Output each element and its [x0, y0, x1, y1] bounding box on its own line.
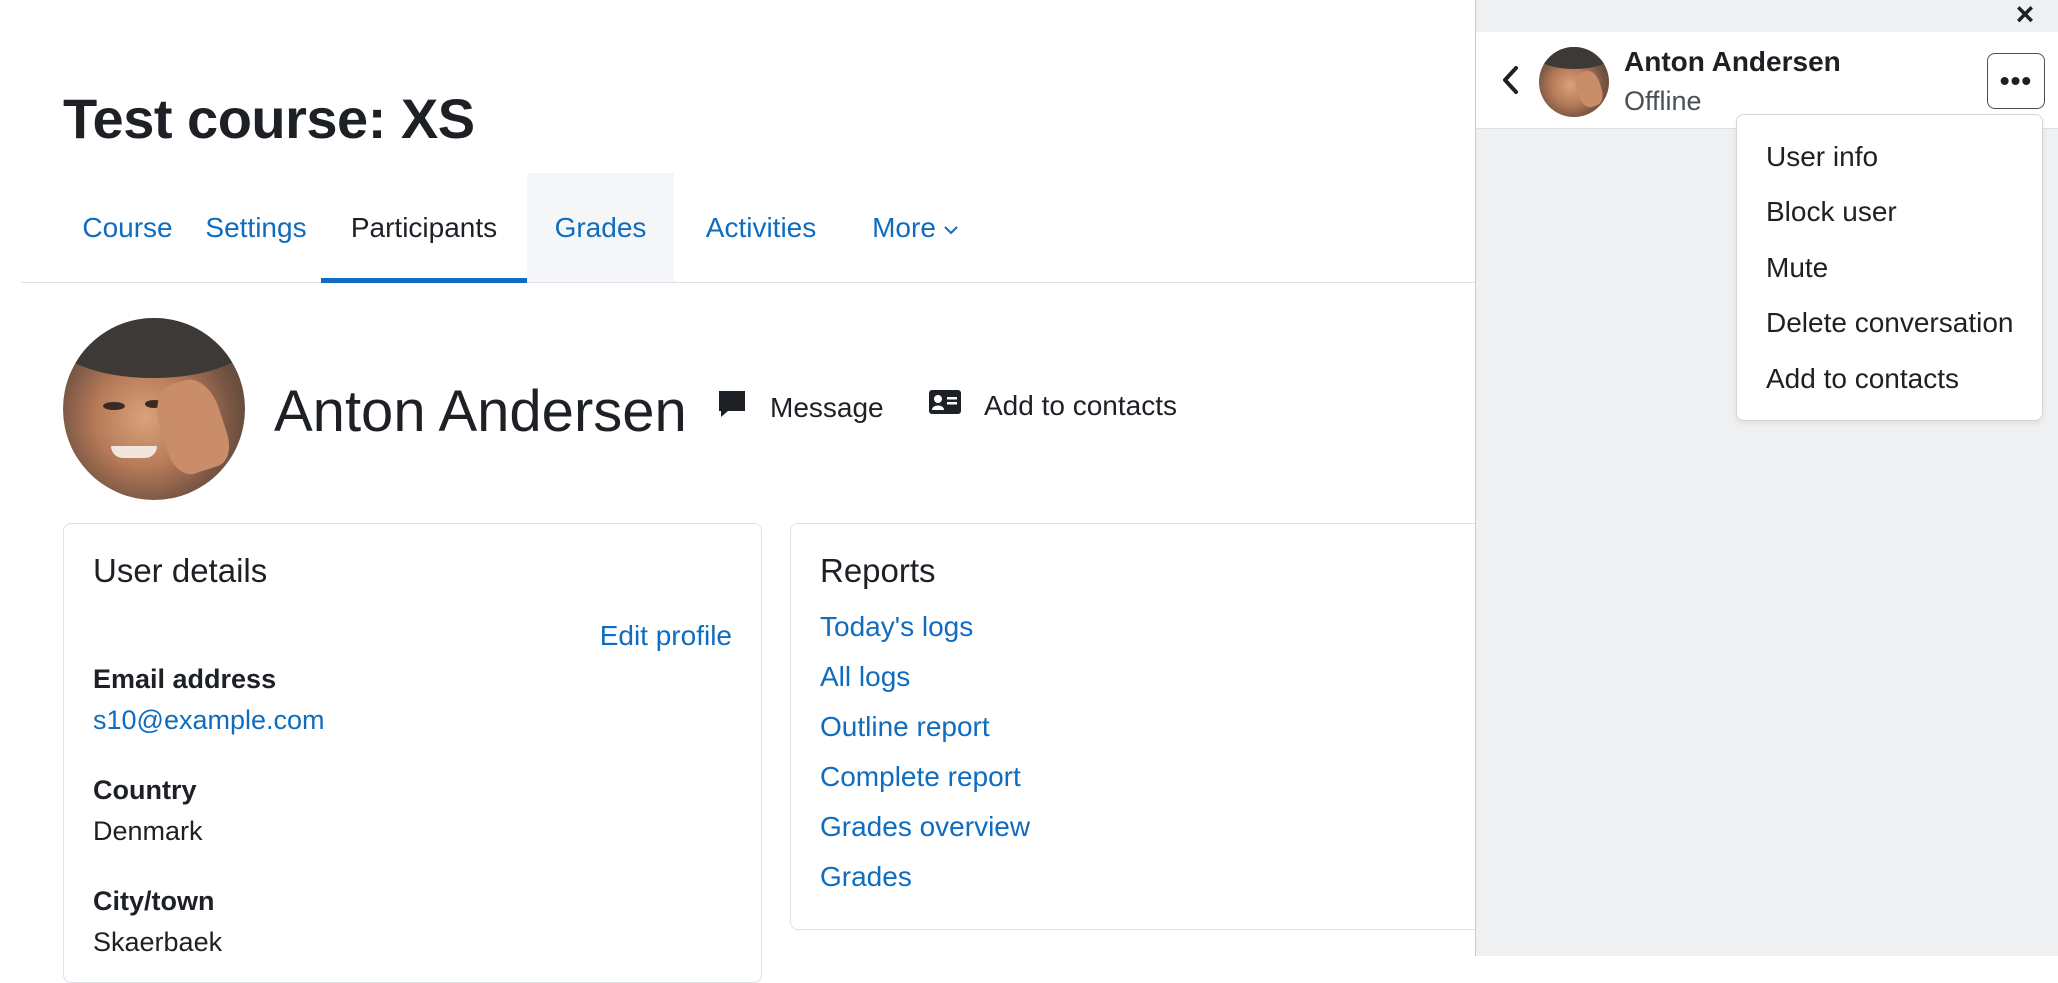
back-button[interactable] [1496, 62, 1526, 98]
report-link-complete-report[interactable]: Complete report [820, 761, 1021, 793]
reports-card: Reports Today's logs All logs Outline re… [790, 523, 1510, 930]
add-to-contacts-button[interactable]: Add to contacts [928, 388, 1177, 423]
message-drawer: × Anton Andersen Offline ••• User info B… [1475, 0, 2058, 956]
user-details-heading: User details [93, 552, 268, 589]
tab-more-label: More [872, 211, 936, 243]
report-link-grades[interactable]: Grades [820, 861, 912, 893]
reports-heading: Reports [820, 552, 936, 589]
address-card-icon [928, 388, 984, 423]
add-to-contacts-label: Add to contacts [984, 389, 1178, 421]
user-avatar [63, 318, 245, 500]
menu-item-block-user[interactable]: Block user [1766, 196, 1897, 228]
report-link-outline-report[interactable]: Outline report [820, 711, 990, 743]
user-fullname: Anton Andersen [274, 379, 687, 444]
user-details-card: User details Edit profile Email address … [63, 523, 762, 983]
edit-profile-link[interactable]: Edit profile [600, 620, 732, 652]
tab-course[interactable]: Course [64, 173, 191, 282]
tab-settings[interactable]: Settings [191, 173, 321, 282]
tab-grades[interactable]: Grades [527, 173, 674, 282]
menu-item-add-to-contacts[interactable]: Add to contacts [1766, 363, 1959, 395]
conversation-actions-menu: User info Block user Mute Delete convers… [1736, 114, 2043, 421]
tab-participants[interactable]: Participants [321, 173, 527, 283]
tab-course-label: Course [82, 211, 173, 243]
report-link-todays-logs[interactable]: Today's logs [820, 611, 973, 643]
contact-status: Offline [1624, 86, 1702, 116]
contact-avatar[interactable] [1539, 47, 1609, 117]
message-icon [716, 388, 770, 427]
close-icon[interactable]: × [2010, 0, 2040, 30]
city-label: City/town [93, 886, 215, 916]
report-link-grades-overview[interactable]: Grades overview [820, 811, 1030, 843]
tab-settings-label: Settings [205, 211, 307, 243]
message-button[interactable]: Message [716, 388, 884, 427]
email-label: Email address [93, 664, 277, 694]
menu-item-mute[interactable]: Mute [1766, 252, 1828, 284]
course-secondary-nav: Course Settings Participants Grades Acti… [21, 173, 1476, 283]
ellipsis-icon: ••• [1999, 65, 2033, 96]
contact-name[interactable]: Anton Andersen [1624, 46, 1841, 78]
tab-grades-label: Grades [554, 211, 647, 243]
chevron-left-icon [1496, 66, 1526, 102]
menu-item-user-info[interactable]: User info [1766, 141, 1878, 173]
menu-item-delete-conversation[interactable]: Delete conversation [1766, 307, 2013, 339]
tab-participants-label: Participants [350, 211, 498, 243]
email-value[interactable]: s10@example.com [93, 705, 325, 736]
page-title: Test course: XS [63, 87, 475, 150]
conversation-actions-button[interactable]: ••• [1987, 53, 2045, 109]
report-link-all-logs[interactable]: All logs [820, 661, 910, 693]
country-label: Country [93, 775, 197, 805]
tab-activities[interactable]: Activities [674, 173, 848, 282]
country-value: Denmark [93, 816, 203, 846]
message-label: Message [770, 391, 884, 423]
city-value: Skaerbaek [93, 927, 223, 957]
chevron-down-icon [944, 218, 958, 241]
tab-more[interactable]: More [848, 173, 982, 282]
tab-activities-label: Activities [705, 211, 817, 243]
